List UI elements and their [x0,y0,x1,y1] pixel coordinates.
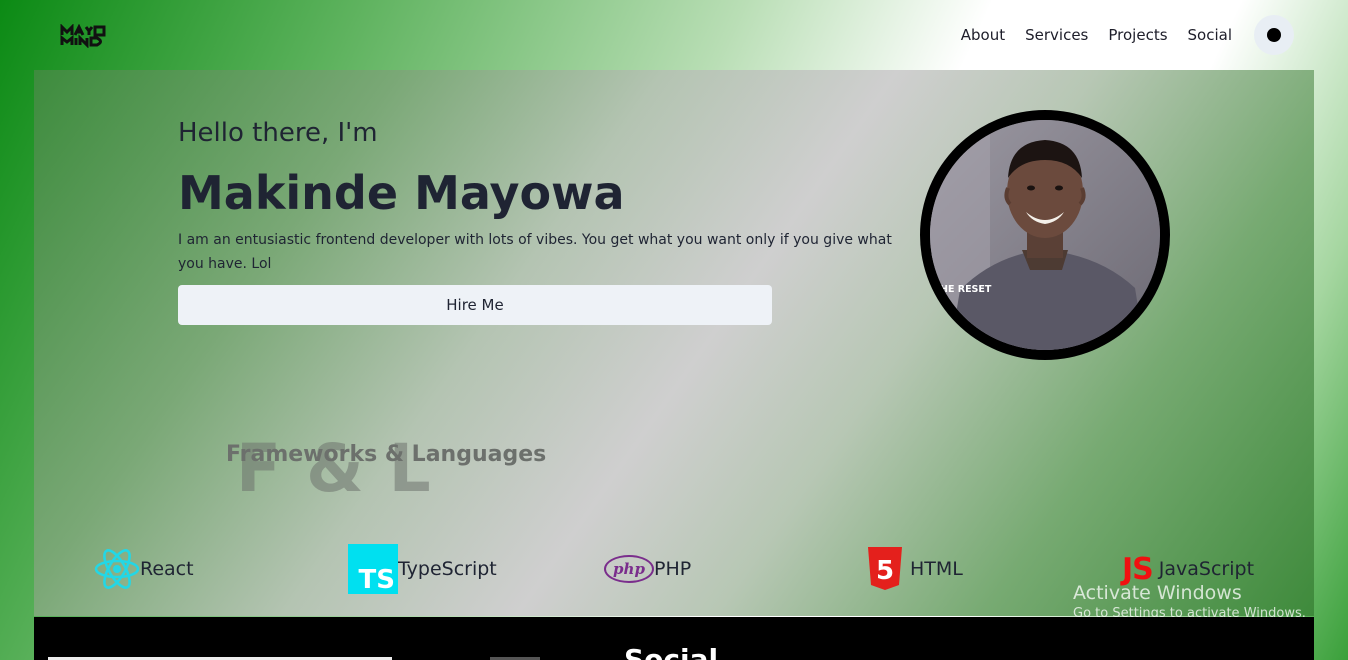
social-section-title: Social [624,643,719,660]
skill-html: 5 HTML [866,544,963,594]
skill-label: TypeScript [398,558,497,580]
nav-projects[interactable]: Projects [1108,26,1167,44]
typescript-icon: TS [348,544,398,594]
profile-photo-frame: HE RESET [920,110,1170,360]
skills-title: Frameworks & Languages [226,442,547,467]
skill-php: php PHP [604,544,691,594]
nav-about[interactable]: About [961,26,1005,44]
skill-label: React [140,558,194,580]
dark-mode-icon [1267,28,1281,42]
hero-bio: I am an entusiastic frontend developer w… [178,232,892,272]
logo-mark [60,23,106,49]
hero-section: Hello there, I'm Makinde Mayowa I am an … [34,70,1314,616]
profile-photo-illustration [930,120,1160,350]
php-badge-text: php [613,560,645,578]
react-icon [94,549,140,589]
html5-badge-text: 5 [876,556,894,586]
shirt-print-text: HE RESET [940,284,992,295]
windows-activation-notice: Activate Windows Go to Settings to activ… [1073,582,1306,621]
skill-label: JavaScript [1158,558,1255,580]
skill-typescript: TS TypeScript [348,544,497,594]
skill-label: HTML [910,558,963,580]
typescript-badge-text: TS [358,565,395,595]
hero-name: Makinde Mayowa [178,166,625,220]
theme-toggle-button[interactable] [1254,15,1294,55]
nav-social[interactable]: Social [1188,26,1232,44]
social-section: Social [34,617,1314,660]
php-icon: php [604,555,654,583]
html5-icon: 5 [868,547,902,590]
main-nav: About Services Projects Social [961,0,1348,70]
skill-label: PHP [654,558,692,580]
profile-photo: HE RESET [930,120,1160,350]
site-logo[interactable] [60,23,108,49]
hero-greeting: Hello there, I'm [178,118,378,148]
nav-services[interactable]: Services [1025,26,1088,44]
hire-me-button[interactable]: Hire Me [178,285,772,325]
skill-react: React [94,544,194,594]
windows-notice-title: Activate Windows [1073,582,1242,604]
